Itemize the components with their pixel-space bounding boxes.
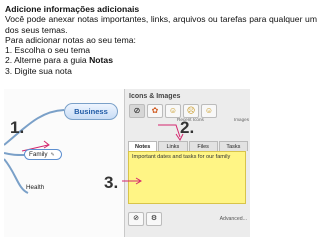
panel-tabs: Notes Links Files Tasks — [128, 141, 249, 151]
advanced-link[interactable]: Advanced... — [220, 216, 247, 222]
side-panel: Icons & Images ⊘ ✿ ☺ ☹ ☺ Recent Icons Im… — [124, 89, 250, 237]
instructions-step-2-notes: Notas — [89, 55, 113, 66]
panel-bottom-bar: ⊘ ⚙ Advanced... — [128, 212, 247, 226]
smiley-icon[interactable]: ☺ — [165, 104, 181, 118]
tab-notes[interactable]: Notes — [128, 141, 158, 151]
instructions: Adicione informações adicionais Você pod… — [5, 4, 317, 76]
app-screenshot: Business Family ✎ Health 1. Icons & Imag… — [4, 89, 250, 237]
instructions-step-1: 1. Escolha o seu tema — [5, 45, 91, 56]
mind-map-canvas: Business Family ✎ Health 1. — [4, 89, 124, 237]
topic-family[interactable]: Family ✎ — [24, 149, 62, 160]
tab-tasks[interactable]: Tasks — [218, 141, 248, 151]
settings-icon[interactable]: ⚙ — [146, 212, 162, 226]
no-icon-button[interactable]: ⊘ — [129, 104, 145, 118]
tab-links[interactable]: Links — [158, 141, 188, 151]
note-textarea[interactable]: Important dates and tasks for our family — [128, 151, 246, 204]
flower-icon[interactable]: ✿ — [147, 104, 163, 118]
tab-files[interactable]: Files — [188, 141, 218, 151]
happy-face-icon[interactable]: ☺ — [201, 104, 217, 118]
topic-business[interactable]: Business — [64, 103, 118, 120]
icons-row: ⊘ ✿ ☺ ☹ ☺ — [129, 104, 217, 118]
instructions-step-2-prefix: 2. Alterne para a guia — [5, 55, 90, 66]
images-label[interactable]: Images — [234, 117, 249, 122]
sad-face-icon[interactable]: ☹ — [183, 104, 199, 118]
step-marker-2: 2. — [180, 118, 195, 137]
remove-icon-button[interactable]: ⊘ — [128, 212, 144, 226]
note-indicator-icon: ✎ — [50, 151, 55, 158]
topic-health[interactable]: Health — [26, 184, 44, 191]
topic-family-label: Family — [29, 151, 48, 158]
step-marker-3: 3. — [104, 173, 119, 192]
panel-title: Icons & Images — [129, 93, 181, 100]
instructions-intro: Para adicionar notas ao seu tema: — [5, 34, 136, 45]
instructions-step-2: 2. Alterne para a guia Notas — [5, 55, 317, 65]
instructions-heading: Adicione informações adicionais — [5, 4, 140, 14]
instructions-paragraph: Você pode anexar notas importantes, link… — [5, 14, 317, 35]
step-marker-1: 1. — [10, 118, 25, 137]
instructions-step-3: 3. Digite sua nota — [5, 65, 72, 76]
